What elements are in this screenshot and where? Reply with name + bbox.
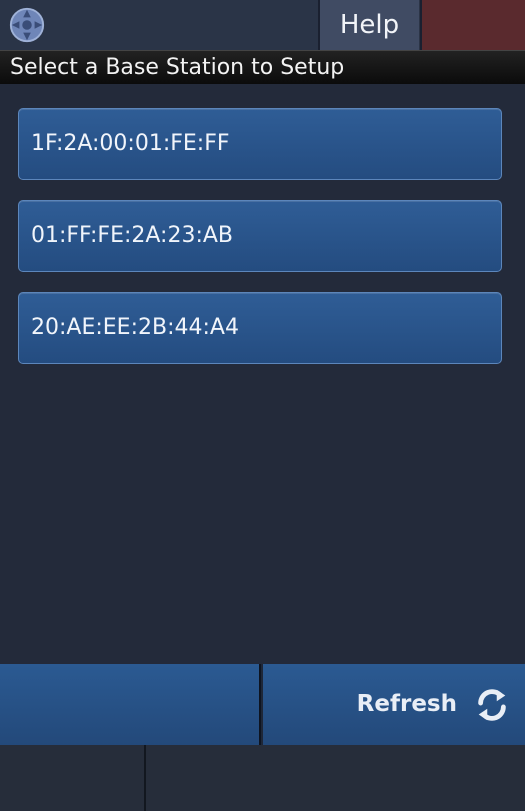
footer-left-panel [0,745,146,811]
station-label: 1F:2A:00:01:FE:FF [31,131,230,156]
top-bar: Help [0,0,525,50]
station-item[interactable]: 20:AE:EE:2B:44:A4 [18,292,502,364]
title-bar: Select a Base Station to Setup [0,50,525,84]
station-item[interactable]: 1F:2A:00:01:FE:FF [18,108,502,180]
toolbar-left-button[interactable] [0,664,261,745]
page-title: Select a Base Station to Setup [10,55,345,80]
home-button[interactable] [0,0,318,50]
app-logo-icon [9,7,45,43]
station-label: 20:AE:EE:2B:44:A4 [31,315,239,340]
station-list: 1F:2A:00:01:FE:FF 01:FF:FE:2A:23:AB 20:A… [18,108,502,384]
footer-bar [0,745,525,811]
refresh-label: Refresh [356,691,457,717]
bottom-toolbar: Refresh [0,664,525,745]
refresh-button[interactable]: Refresh [263,664,525,745]
station-item[interactable]: 01:FF:FE:2A:23:AB [18,200,502,272]
footer-right-panel [146,745,525,811]
station-label: 01:FF:FE:2A:23:AB [31,223,234,248]
screen: Help Select a Base Station to Setup 1F:2… [0,0,525,811]
refresh-icon [478,689,506,721]
close-button[interactable] [420,0,525,50]
help-button[interactable]: Help [318,0,419,50]
